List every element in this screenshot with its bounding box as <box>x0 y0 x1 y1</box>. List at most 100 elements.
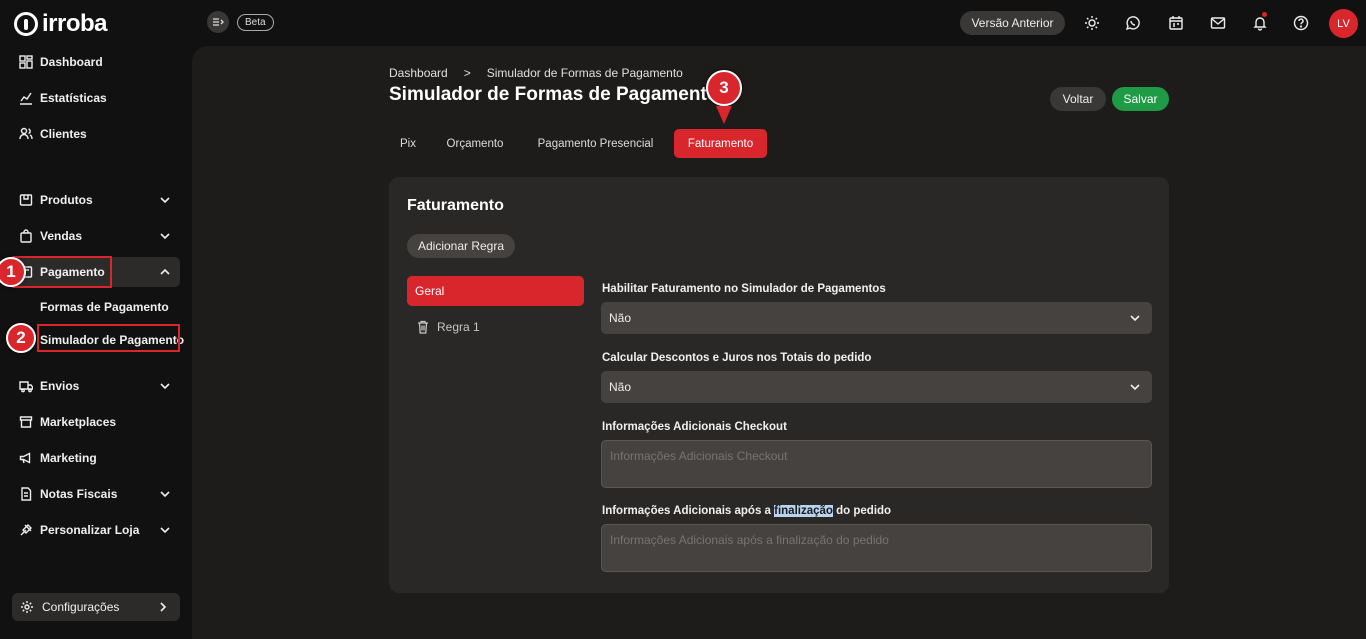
checkout-info-label: Informações Adicionais Checkout <box>602 421 787 433</box>
sidebar-item-label: Clientes <box>40 127 87 141</box>
notification-dot <box>1262 12 1267 17</box>
chart-line-icon <box>18 90 34 106</box>
breadcrumb-home[interactable]: Dashboard <box>389 66 448 80</box>
sidebar-item-label: Notas Fiscais <box>40 487 118 501</box>
sidebar: irroba Dashboard Estatísticas Clientes P… <box>0 0 192 639</box>
megaphone-icon <box>18 450 34 466</box>
gear-icon <box>20 600 34 614</box>
sidebar-subitem-formas-de-pagamento[interactable]: Formas de Pagamento <box>40 300 169 314</box>
bell-icon <box>1253 17 1267 31</box>
users-icon <box>18 126 34 142</box>
breadcrumb-separator: > <box>463 66 471 80</box>
user-avatar[interactable]: LV <box>1329 9 1358 38</box>
chevron-down-icon <box>160 233 170 240</box>
sidebar-item-label: Dashboard <box>40 55 103 69</box>
highlight-pagamento <box>12 256 112 288</box>
settings-button[interactable]: Configurações <box>12 593 180 621</box>
sidebar-item-dashboard[interactable]: Dashboard <box>12 47 180 77</box>
menu-toggle-button[interactable] <box>207 11 229 33</box>
discount-calc-label: Calcular Descontos e Juros nos Totais do… <box>602 352 872 364</box>
step-arrow <box>716 106 732 124</box>
sidebar-item-clientes[interactable]: Clientes <box>12 119 180 149</box>
store-icon <box>18 414 34 430</box>
checkout-info-textarea[interactable] <box>601 440 1152 488</box>
enable-billing-select[interactable]: Não <box>601 302 1152 334</box>
sidebar-item-personalizar-loja[interactable]: Personalizar Loja <box>12 515 180 545</box>
sidebar-item-label: Envios <box>40 379 80 393</box>
previous-version-button[interactable]: Versão Anterior <box>960 11 1065 35</box>
page-title: Simulador de Formas de Pagamento <box>389 84 719 105</box>
beta-badge: Beta <box>237 14 274 31</box>
sidebar-item-label: Marketing <box>40 451 97 465</box>
chevron-up-icon <box>160 268 170 275</box>
rule-label: Regra 1 <box>437 320 480 334</box>
invoice-icon <box>18 486 34 502</box>
step-badge-2: 2 <box>6 323 36 353</box>
sidebar-item-marketplaces[interactable]: Marketplaces <box>12 407 180 437</box>
tab-pagamento-presencial[interactable]: Pagamento Presencial <box>526 129 665 158</box>
breadcrumb-current: Simulador de Formas de Pagamento <box>486 66 683 80</box>
sidebar-item-label: Estatísticas <box>40 91 107 105</box>
sidebar-item-produtos[interactable]: Produtos <box>12 185 180 215</box>
help-button[interactable] <box>1292 14 1310 32</box>
after-order-info-textarea[interactable] <box>601 524 1152 572</box>
sidebar-item-estatisticas[interactable]: Estatísticas <box>12 83 180 113</box>
brush-icon <box>18 522 34 538</box>
chevron-down-icon <box>160 197 170 204</box>
theme-toggle-button[interactable] <box>1083 14 1101 32</box>
chevron-right-icon <box>160 602 167 612</box>
chevron-down-icon <box>1130 384 1140 391</box>
notifications-button[interactable] <box>1251 12 1269 32</box>
dashboard-icon <box>18 54 34 70</box>
back-button[interactable]: Voltar <box>1050 87 1106 111</box>
brand-logo[interactable]: irroba <box>14 10 108 38</box>
box-icon <box>18 192 34 208</box>
add-rule-button[interactable]: Adicionar Regra <box>407 234 515 258</box>
tab-pix[interactable]: Pix <box>389 129 427 158</box>
breadcrumb: Dashboard > Simulador de Formas de Pagam… <box>389 66 683 80</box>
label-prefix: Informações Adicionais após a <box>602 505 775 517</box>
tab-faturamento[interactable]: Faturamento <box>674 129 767 158</box>
brand-name: irroba <box>42 10 108 37</box>
whatsapp-button[interactable] <box>1124 14 1142 32</box>
sidebar-item-vendas[interactable]: Vendas <box>12 221 180 251</box>
sidebar-item-marketing[interactable]: Marketing <box>12 443 180 473</box>
after-order-info-label: Informações Adicionais após a finalizaçã… <box>602 505 891 517</box>
calendar-button[interactable] <box>1167 14 1185 32</box>
step-badge-3: 3 <box>706 70 742 106</box>
rule-item-regra-1[interactable]: Regra 1 <box>417 318 480 336</box>
sidebar-item-envios[interactable]: Envios <box>12 371 180 401</box>
tab-orcamento[interactable]: Orçamento <box>435 129 515 158</box>
mail-icon <box>1210 17 1226 29</box>
truck-icon <box>18 378 34 394</box>
mail-button[interactable] <box>1209 14 1227 32</box>
save-button[interactable]: Salvar <box>1112 87 1169 111</box>
label-suffix: do pedido <box>832 505 892 517</box>
sidebar-item-label: Marketplaces <box>40 415 117 429</box>
sidebar-item-label: Personalizar Loja <box>40 523 140 537</box>
calendar-icon <box>1169 16 1183 30</box>
chevron-down-icon <box>1130 315 1140 322</box>
logo-icon <box>14 12 38 36</box>
trash-icon[interactable] <box>417 320 429 334</box>
discount-calc-select[interactable]: Não <box>601 371 1152 403</box>
card-title: Faturamento <box>407 197 504 214</box>
select-value: Não <box>609 380 632 394</box>
sidebar-item-label: Produtos <box>40 193 93 207</box>
shopping-bag-icon <box>18 228 34 244</box>
sun-icon <box>1085 16 1099 30</box>
highlight-simulador <box>37 324 180 352</box>
whatsapp-icon <box>1125 16 1140 31</box>
chevron-down-icon <box>160 383 170 390</box>
sidebar-item-label: Vendas <box>40 229 83 243</box>
settings-label: Configurações <box>42 600 120 614</box>
help-icon <box>1293 15 1309 31</box>
enable-billing-label: Habilitar Faturamento no Simulador de Pa… <box>602 283 886 295</box>
sidebar-item-notas-fiscais[interactable]: Notas Fiscais <box>12 479 180 509</box>
chevron-down-icon <box>160 491 170 498</box>
select-value: Não <box>609 311 632 325</box>
menu-collapse-icon <box>213 18 224 26</box>
chevron-down-icon <box>160 527 170 534</box>
rule-item-geral[interactable]: Geral <box>407 276 584 306</box>
selected-text: finalização <box>774 505 833 517</box>
